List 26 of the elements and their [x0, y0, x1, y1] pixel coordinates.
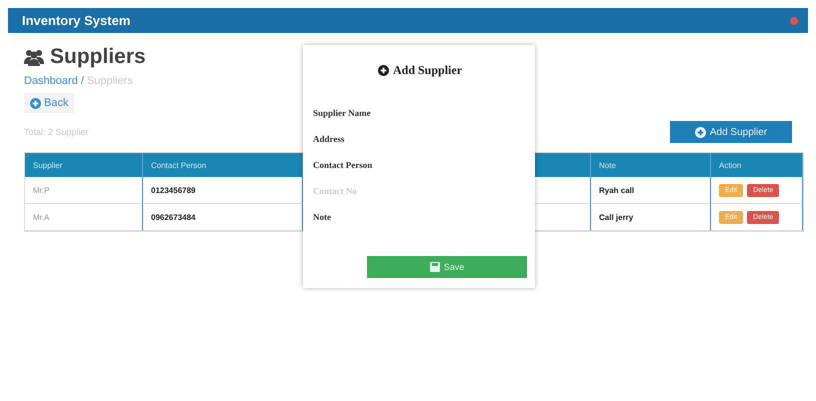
- window-title: Inventory System: [22, 13, 130, 28]
- back-button[interactable]: Back: [24, 93, 74, 113]
- save-button[interactable]: Save: [367, 256, 527, 278]
- column-header: Supplier: [25, 153, 143, 177]
- save-icon: [430, 262, 440, 272]
- plus-circle-icon: [694, 126, 706, 138]
- breadcrumb-separator: /: [80, 75, 84, 87]
- column-header: Note: [591, 153, 711, 177]
- add-supplier-button[interactable]: Add Supplier: [670, 121, 792, 143]
- column-header: Action: [711, 153, 803, 177]
- breadcrumb-link[interactable]: Dashboard: [24, 75, 78, 87]
- table-cell: Ryah call: [591, 177, 711, 204]
- field-label: Supplier Name: [313, 108, 372, 118]
- column-header: Contact Person: [143, 153, 303, 177]
- field-label: Address: [313, 134, 346, 144]
- page-title: Suppliers: [50, 45, 146, 69]
- close-icon[interactable]: [790, 16, 798, 24]
- field-label: Note: [313, 212, 332, 222]
- table-cell: Mr.P: [25, 177, 143, 204]
- table-cell: Mr.A: [25, 204, 143, 231]
- field-label: Contact Person: [313, 160, 374, 170]
- plus-circle-icon: [30, 98, 41, 108]
- users-icon: [24, 48, 44, 66]
- dialog-title: Add Supplier: [392, 63, 462, 78]
- table-cell: Call jerry: [591, 204, 711, 231]
- plus-circle-icon: [378, 65, 389, 76]
